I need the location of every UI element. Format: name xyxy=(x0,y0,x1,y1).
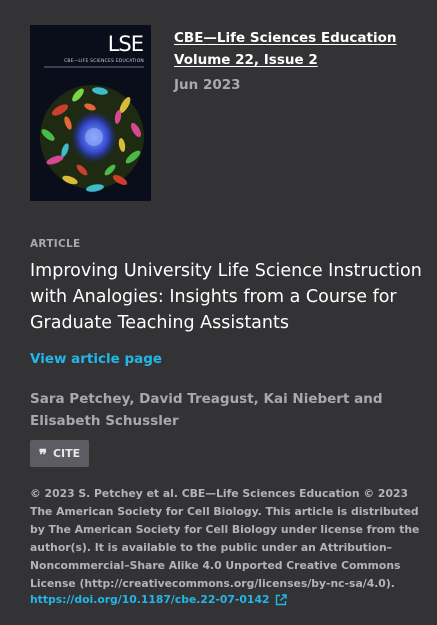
issue-date: Jun 2023 xyxy=(174,77,241,93)
journal-info: CBE—Life Sciences Education Volume 22, I… xyxy=(174,27,414,93)
cite-button[interactable]: ❞ CITE xyxy=(30,440,89,467)
cite-label: CITE xyxy=(52,447,81,460)
doi-row: https://doi.org/10.1187/cbe.22-07-0142 xyxy=(30,593,288,606)
article-authors: Sara Petchey, David Treagust, Kai Nieber… xyxy=(30,391,383,429)
article-type-label: ARTICLE xyxy=(30,238,81,250)
view-article-page-link[interactable]: View article page xyxy=(30,351,162,367)
cover-divider xyxy=(44,66,144,68)
cover-journal-subtitle: CBE—LIFE SCIENCES EDUCATION xyxy=(64,59,144,64)
cover-journal-abbrev: LSE xyxy=(107,32,144,56)
issue-link[interactable]: Volume 22, Issue 2 xyxy=(174,49,414,71)
journal-cover-image[interactable]: LSE CBE—LIFE SCIENCES EDUCATION xyxy=(30,25,151,201)
doi-link[interactable]: https://doi.org/10.1187/cbe.22-07-0142 xyxy=(30,593,269,606)
article-info-panel: LSE CBE—LIFE SCIENCES EDUCATION CBE—Life… xyxy=(0,0,437,625)
article-title: Improving University Life Science Instru… xyxy=(30,261,422,333)
quote-icon: ❞ xyxy=(38,445,47,464)
external-link-icon[interactable] xyxy=(275,593,288,606)
journal-name-link[interactable]: CBE—Life Sciences Education xyxy=(174,27,414,49)
license-text: © 2023 S. Petchey et al. CBE—Life Scienc… xyxy=(30,487,420,590)
